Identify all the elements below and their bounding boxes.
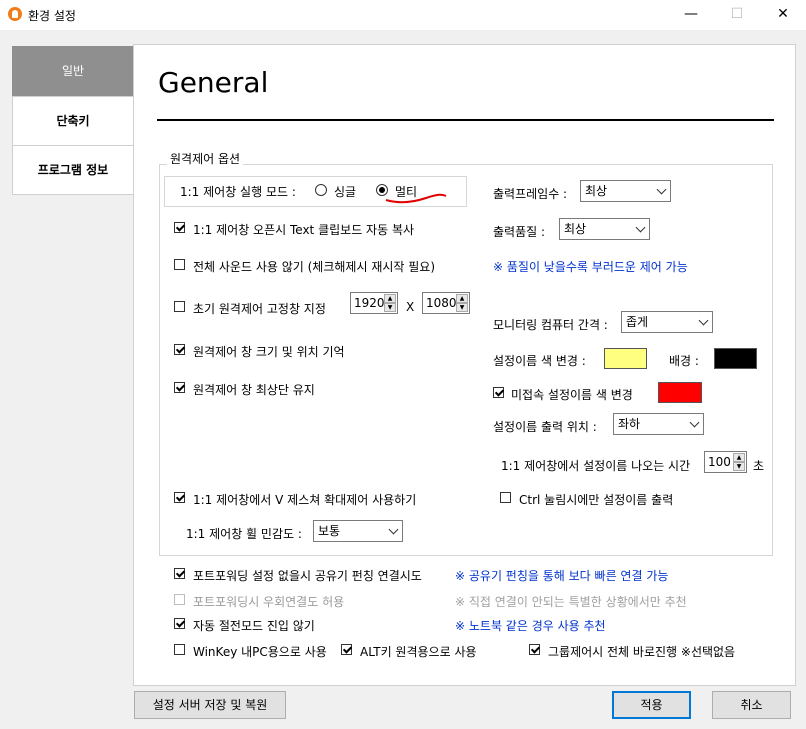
close-button[interactable]: ✕ [760, 0, 806, 30]
tab-program-info[interactable]: 프로그램 정보 [12, 145, 134, 195]
ctrl-checkbox[interactable] [500, 492, 511, 503]
tab-shortcuts[interactable]: 단축키 [12, 96, 134, 146]
disconnected-checkbox[interactable] [493, 387, 504, 398]
backup-restore-button[interactable]: 설정 서버 저장 및 복원 [134, 691, 286, 719]
sound-checkbox[interactable] [174, 259, 185, 270]
altkey-label: ALT키 원격용으로 사용 [360, 645, 477, 659]
chevron-down-icon [698, 315, 709, 326]
power-checkbox[interactable] [174, 618, 185, 629]
bg-color-label: 배경 : [669, 354, 699, 368]
chevron-down-icon [656, 184, 667, 195]
group-checkbox[interactable] [529, 644, 540, 655]
position-label: 설정이름 출력 위치 : [493, 420, 597, 434]
winkey-label: WinKey 내PC용으로 사용 [193, 645, 327, 659]
winkey-checkbox[interactable] [174, 644, 185, 655]
name-color-label: 설정이름 색 변경 : [493, 354, 586, 368]
page-title: General [158, 66, 269, 99]
name-color-swatch[interactable] [604, 348, 647, 369]
time-value: 100 [708, 455, 731, 469]
height-value: 1080 [426, 296, 457, 310]
window-title: 환경 설정 [28, 9, 76, 23]
chevron-down-icon [635, 222, 646, 233]
radio-single[interactable] [315, 184, 327, 196]
tab-general[interactable]: 일반 [12, 46, 134, 96]
remember-label: 원격제어 창 크기 및 위치 기억 [193, 345, 345, 359]
time-unit: 초 [753, 459, 765, 473]
cancel-button[interactable]: 취소 [712, 691, 791, 719]
stepper-down-icon[interactable]: ▼ [456, 303, 468, 312]
quality-value: 최상 [564, 222, 587, 236]
stepper-down-icon[interactable]: ▼ [733, 462, 745, 471]
wheel-select[interactable]: 보통 [313, 520, 403, 542]
quality-label: 출력품질 : [493, 225, 546, 239]
sound-label: 전체 사운드 사용 않기 (체크해제시 재시작 필요) [193, 260, 436, 274]
stepper-down-icon[interactable]: ▼ [384, 303, 396, 312]
stepper-up-icon[interactable]: ▲ [384, 294, 396, 303]
fixed-size-checkbox[interactable] [174, 301, 185, 312]
forward-note: ※ 공유기 펀칭을 통해 보다 빠른 연결 가능 [455, 569, 669, 583]
fps-label: 출력프레임수 : [493, 187, 568, 201]
topmost-checkbox[interactable] [174, 382, 185, 393]
group-label-text: 그룹제어시 전체 바로진행 ※선택없음 [548, 645, 736, 659]
power-note: ※ 노트북 같은 경우 사용 추천 [455, 619, 606, 633]
disconnected-label: 미접속 설정이름 색 변경 [511, 388, 633, 402]
maximize-button[interactable]: ☐ [714, 0, 760, 30]
height-stepper[interactable]: 1080 ▲ ▼ [422, 292, 470, 314]
fixed-size-label: 초기 원격제어 고정창 지정 [193, 302, 326, 316]
forward-label: 포트포워딩 설정 없을시 공유기 펀칭 연결시도 [193, 569, 422, 583]
gesture-label: 1:1 제어창에서 V 제스쳐 확대제어 사용하기 [193, 493, 417, 507]
position-value: 좌하 [618, 417, 641, 431]
gesture-checkbox[interactable] [174, 492, 185, 503]
time-stepper[interactable]: 100 ▲ ▼ [704, 451, 747, 473]
width-value: 1920 [354, 296, 385, 310]
width-stepper[interactable]: 1920 ▲ ▼ [350, 292, 398, 314]
bypass-note: ※ 직접 연결이 안되는 특별한 상황에서만 추천 [455, 595, 687, 609]
spacing-label: 모니터링 컴퓨터 간격 : [493, 318, 608, 332]
ctrl-label: Ctrl 눌림시에만 설정이름 출력 [519, 493, 674, 507]
topmost-label: 원격제어 창 최상단 유지 [193, 383, 315, 397]
forward-checkbox[interactable] [174, 568, 185, 579]
annotation-underline [385, 193, 447, 204]
radio-single-label: 싱글 [334, 185, 357, 199]
title-divider [157, 119, 774, 121]
time-label: 1:1 제어창에서 설정이름 나오는 시간 [501, 459, 691, 473]
position-select[interactable]: 좌하 [613, 413, 704, 435]
spacing-value: 좁게 [626, 315, 649, 329]
power-label: 자동 절전모드 진입 않기 [193, 619, 315, 633]
size-separator: X [406, 300, 415, 314]
wheel-value: 보통 [318, 524, 341, 538]
chevron-down-icon [689, 417, 700, 428]
altkey-checkbox[interactable] [341, 644, 352, 655]
quality-select[interactable]: 최상 [559, 218, 650, 240]
chevron-down-icon [388, 524, 399, 535]
mode-label: 1:1 제어창 실행 모드 : [180, 185, 296, 199]
remember-checkbox[interactable] [174, 344, 185, 355]
spacing-select[interactable]: 좁게 [621, 311, 713, 333]
clipboard-checkbox[interactable] [174, 222, 185, 233]
stepper-up-icon[interactable]: ▲ [456, 294, 468, 303]
disconnected-color-swatch[interactable] [658, 382, 702, 403]
bypass-checkbox[interactable] [174, 594, 185, 605]
fps-select[interactable]: 최상 [580, 180, 671, 202]
minimize-button[interactable]: — [668, 0, 714, 30]
bypass-label: 포트포워딩시 우회연결도 허용 [193, 595, 345, 609]
bg-color-swatch[interactable] [714, 348, 757, 369]
group-label: 원격제어 옵션 [167, 150, 244, 167]
wheel-label: 1:1 제어창 휠 민감도 : [186, 527, 302, 541]
stepper-up-icon[interactable]: ▲ [733, 453, 745, 462]
apply-button[interactable]: 적용 [612, 691, 691, 719]
clipboard-label: 1:1 제어창 오픈시 Text 클립보드 자동 복사 [193, 223, 415, 237]
fps-value: 최상 [585, 184, 608, 198]
quality-note: ※ 품질이 낮을수록 부러드운 제어 가능 [493, 260, 688, 274]
app-logo-icon [8, 7, 22, 21]
